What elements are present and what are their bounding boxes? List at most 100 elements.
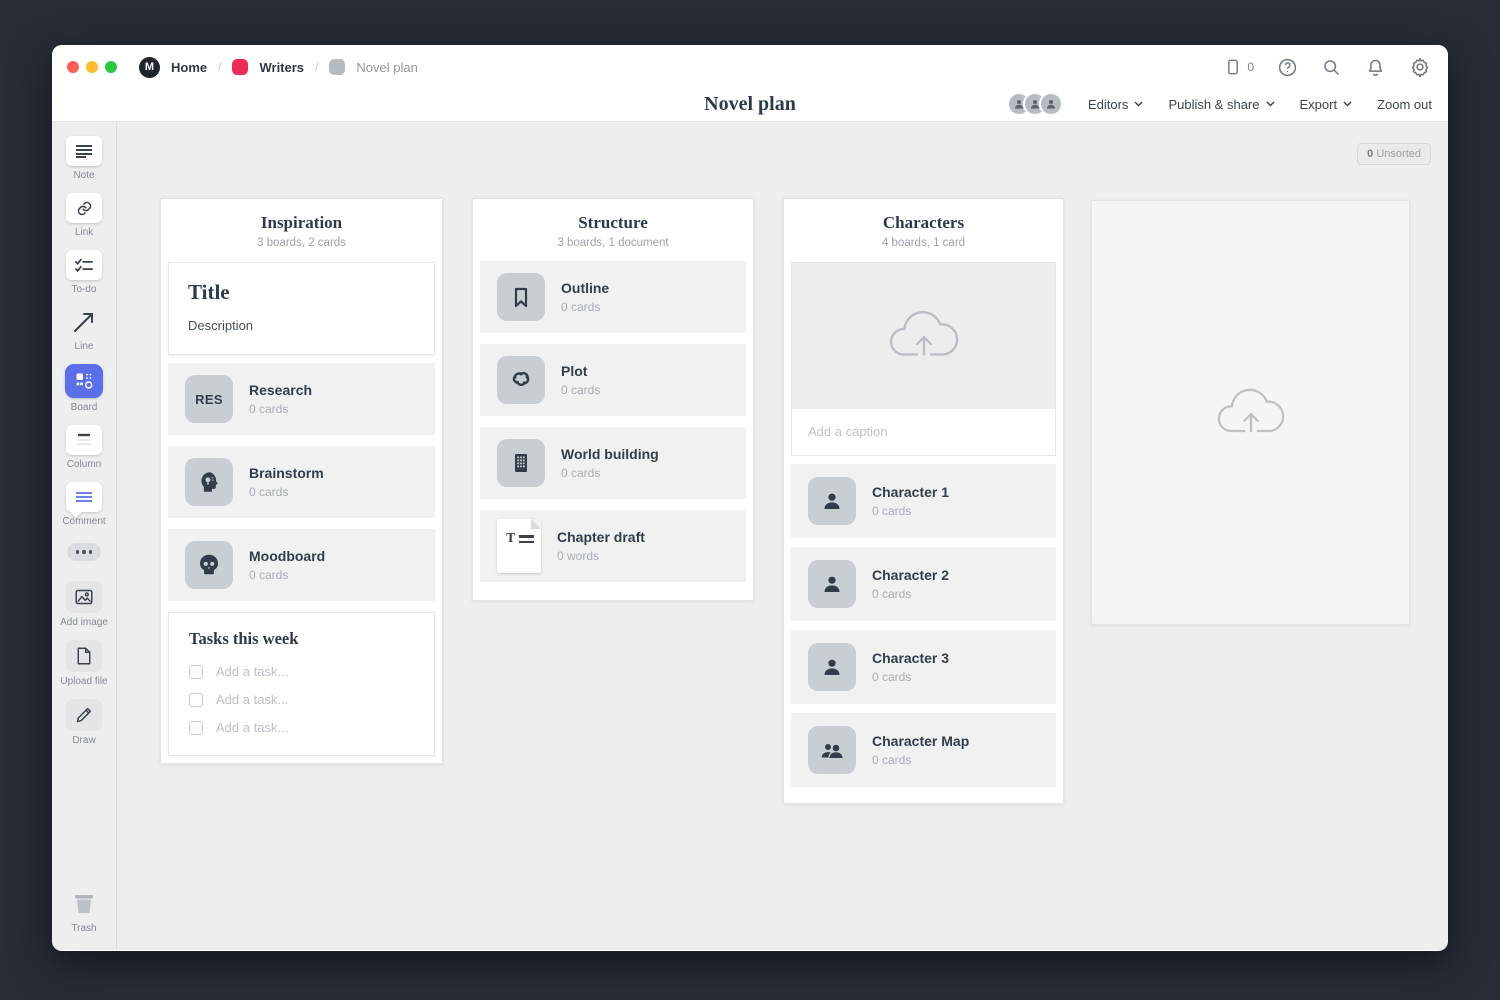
column-title[interactable]: Characters: [784, 213, 1063, 233]
caption-field[interactable]: Add a caption: [792, 409, 1055, 455]
tool-label: To-do: [71, 284, 96, 295]
chevron-down-icon: [1343, 101, 1352, 107]
board-item-brainstorm[interactable]: Brainstorm 0 cards: [168, 446, 435, 518]
board-item-world-building[interactable]: World building 0 cards: [480, 427, 746, 499]
tool-label: Draw: [72, 735, 95, 746]
trash-icon: [69, 889, 99, 919]
board-item-label: World building: [561, 446, 659, 462]
board-item-label: Outline: [561, 280, 609, 296]
editor-avatars[interactable]: [1007, 92, 1063, 116]
column-title[interactable]: Structure: [473, 213, 753, 233]
add-image-icon: [75, 589, 93, 605]
column-title[interactable]: Inspiration: [161, 213, 442, 233]
column-inspiration[interactable]: Inspiration 3 boards, 2 cards Title Desc…: [160, 198, 443, 764]
board-item-character-2[interactable]: Character 2 0 cards: [791, 547, 1056, 621]
board-item-label: Character 1: [872, 484, 949, 500]
minimize-window-button[interactable]: [86, 61, 98, 73]
column-structure[interactable]: Structure 3 boards, 1 document Outline 0…: [472, 198, 754, 601]
breadcrumb-home-link[interactable]: Home: [171, 60, 207, 75]
unsorted-label: Unsorted: [1376, 148, 1421, 160]
header: M Home / Writers / Novel plan 0: [52, 45, 1448, 122]
todo-item: Add a task...: [189, 692, 414, 707]
tool-board[interactable]: Board: [65, 364, 103, 413]
more-tools-button[interactable]: [67, 543, 101, 561]
todo-placeholder[interactable]: Add a task...: [216, 720, 288, 735]
notifications-button[interactable]: [1365, 57, 1386, 78]
skull-icon: [196, 552, 222, 578]
unsorted-badge[interactable]: 0 Unsorted: [1357, 143, 1431, 165]
board-item-character-3[interactable]: Character 3 0 cards: [791, 630, 1056, 704]
todo-placeholder[interactable]: Add a task...: [216, 664, 288, 679]
board-item-label: Character 2: [872, 567, 949, 583]
device-button[interactable]: 0: [1223, 57, 1254, 77]
board-item-meta: 0 cards: [249, 402, 312, 416]
export-menu-button[interactable]: Export: [1300, 97, 1353, 112]
chevron-down-icon: [1266, 101, 1275, 107]
image-dropzone[interactable]: [792, 263, 1055, 409]
tool-label: Board: [71, 402, 98, 413]
tool-upload-file[interactable]: Upload file: [60, 640, 107, 687]
person-icon: [820, 655, 844, 679]
board-item-outline[interactable]: Outline 0 cards: [480, 261, 746, 333]
board-item-character-1[interactable]: Character 1 0 cards: [791, 464, 1056, 538]
tool-note[interactable]: Note: [66, 136, 102, 181]
column-characters[interactable]: Characters 4 boards, 1 card Add a captio…: [783, 198, 1064, 804]
close-window-button[interactable]: [67, 61, 79, 73]
help-button[interactable]: [1277, 57, 1298, 78]
empty-image-card[interactable]: [1091, 200, 1410, 625]
zoom-out-button[interactable]: Zoom out: [1377, 97, 1432, 112]
board-item-plot[interactable]: Plot 0 cards: [480, 344, 746, 416]
board-item-moodboard[interactable]: Moodboard 0 cards: [168, 529, 435, 601]
column-icon: [75, 432, 93, 448]
board-item-research[interactable]: RES Research 0 cards: [168, 363, 435, 435]
tool-column[interactable]: Column: [66, 425, 102, 470]
gear-icon: [1409, 56, 1431, 78]
checkbox[interactable]: [189, 721, 203, 735]
checkbox[interactable]: [189, 665, 203, 679]
search-button[interactable]: [1321, 57, 1342, 78]
people-icon: [819, 738, 845, 762]
image-upload-card[interactable]: Add a caption: [791, 262, 1056, 456]
publish-share-menu-button[interactable]: Publish & share: [1168, 97, 1274, 112]
todo-item: Add a task...: [189, 720, 414, 735]
board-item-meta: 0 cards: [872, 753, 969, 767]
trash-dropzone[interactable]: Trash: [66, 889, 102, 934]
checkbox[interactable]: [189, 693, 203, 707]
tool-sidebar: Note Link To-do: [52, 122, 117, 950]
board-tool-icon: [74, 371, 94, 391]
milanote-logo-icon[interactable]: M: [139, 57, 160, 78]
breadcrumb-separator: /: [315, 60, 318, 74]
document-item-chapter-draft[interactable]: T Chapter draft 0 words: [480, 510, 746, 582]
header-title-row: Novel plan Editors: [52, 89, 1448, 121]
tool-add-image[interactable]: Add image: [60, 581, 108, 628]
cloud-upload-icon: [1215, 386, 1287, 440]
note-description[interactable]: Description: [188, 318, 415, 333]
search-icon: [1321, 57, 1342, 78]
column-subtitle: 3 boards, 1 document: [473, 237, 753, 249]
todo-card[interactable]: Tasks this week Add a task... Add a task…: [168, 612, 435, 756]
maximize-window-button[interactable]: [105, 61, 117, 73]
tool-comment[interactable]: Comment: [62, 482, 105, 527]
zoom-out-label: Zoom out: [1377, 97, 1432, 112]
breadcrumb-current: Novel plan: [356, 60, 417, 75]
note-title[interactable]: Title: [188, 280, 415, 305]
todo-icon: [75, 258, 93, 273]
editors-menu-button[interactable]: Editors: [1088, 97, 1143, 112]
settings-button[interactable]: [1409, 56, 1431, 78]
tool-line[interactable]: Line: [66, 307, 102, 352]
todo-placeholder[interactable]: Add a task...: [216, 692, 288, 707]
board-item-label: Character 3: [872, 650, 949, 666]
board-item-meta: 0 cards: [872, 587, 949, 601]
writers-board-icon[interactable]: [232, 59, 248, 75]
editors-label: Editors: [1088, 97, 1128, 112]
board-canvas[interactable]: 0 Unsorted Inspiration 3 boards, 2 cards…: [117, 122, 1448, 950]
tool-link[interactable]: Link: [66, 193, 102, 238]
tool-todo[interactable]: To-do: [66, 250, 102, 295]
tool-draw[interactable]: Draw: [66, 699, 102, 746]
note-card[interactable]: Title Description: [168, 262, 435, 355]
board-item-character-map[interactable]: Character Map 0 cards: [791, 713, 1056, 787]
help-icon: [1277, 57, 1298, 78]
building-icon: [509, 451, 533, 475]
breadcrumb-writers-link[interactable]: Writers: [259, 60, 304, 75]
todo-card-title[interactable]: Tasks this week: [189, 629, 414, 649]
